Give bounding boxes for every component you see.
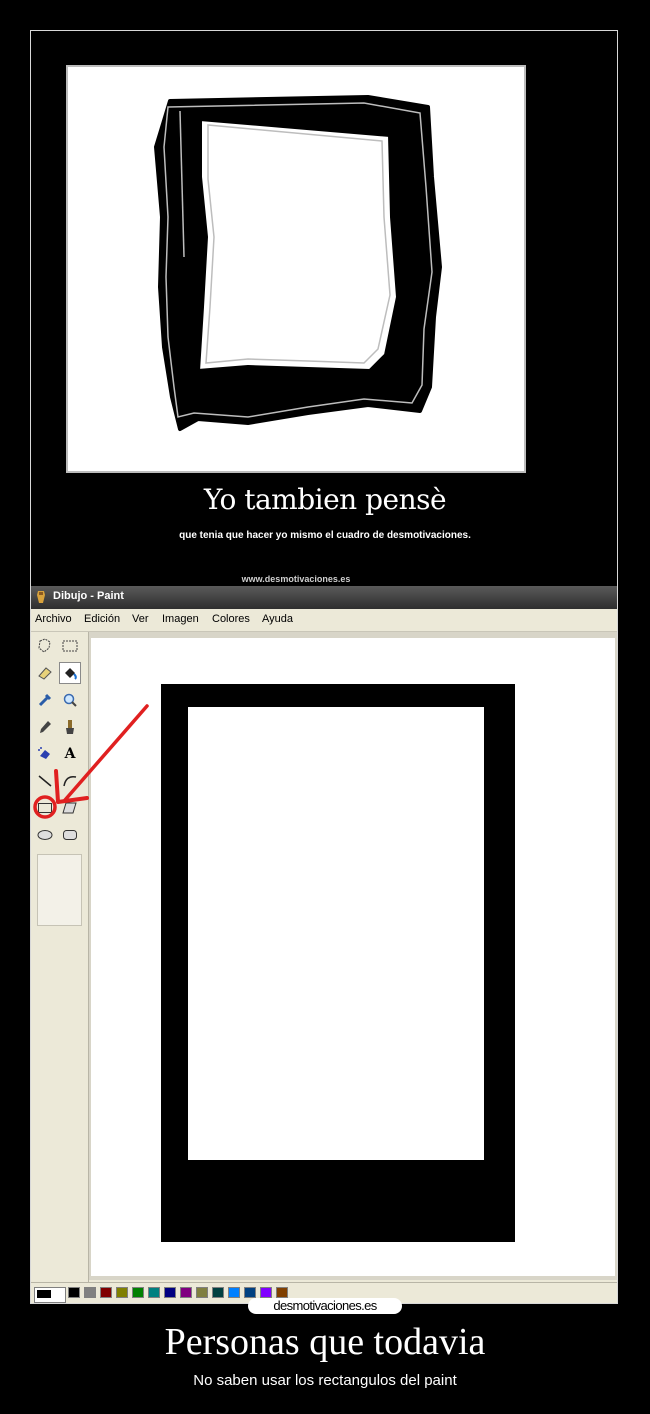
meme-subtitle: que tenia que hacer yo mismo el cuadro d… xyxy=(179,530,471,541)
site-watermark: desmotivaciones.es xyxy=(248,1298,402,1314)
hand-drawn-frame xyxy=(154,95,442,431)
meme-image xyxy=(66,65,526,473)
caption-subtitle: No saben usar los rectangulos del paint xyxy=(193,1372,457,1389)
red-arrowhead xyxy=(54,769,89,804)
meme-title: Yo tambien pensè xyxy=(203,483,447,516)
red-arrow-line xyxy=(63,704,149,802)
poster-frame: Yo tambien pensè que tenia que hacer yo … xyxy=(30,30,618,1304)
paint-window: Dibujo - Paint Archivo Edición Ver Image… xyxy=(31,586,617,1303)
caption-title: Personas que todavia xyxy=(164,1321,486,1363)
red-annotation xyxy=(33,704,149,819)
meme-url: www.desmotivaciones.es xyxy=(241,574,351,584)
red-circle xyxy=(33,795,57,819)
